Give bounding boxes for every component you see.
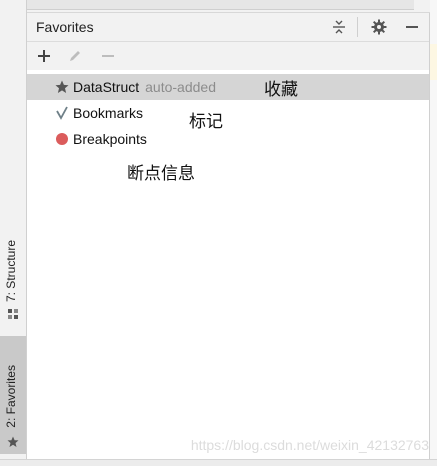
- check-icon: [56, 106, 68, 120]
- watermark: https://blog.csdn.net/weixin_42132763: [190, 437, 429, 453]
- editor-tab-strip: [27, 0, 437, 13]
- tree-item-name: Breakpoints: [73, 131, 147, 147]
- tree-item-name: DataStruct: [73, 79, 140, 95]
- tree-item-bookmarks[interactable]: Bookmarks: [27, 100, 429, 126]
- right-gutter: [430, 0, 437, 465]
- tree-item-breakpoints[interactable]: Breakpoints: [27, 126, 429, 152]
- tab-favorites-label: 2: Favorites: [4, 365, 18, 428]
- structure-icon: [8, 309, 18, 319]
- editor-tab-area: [27, 0, 414, 10]
- annotation-bookmarks: 标记: [189, 112, 223, 132]
- panel-header: Favorites: [27, 13, 429, 42]
- tree-item-name: Bookmarks: [73, 105, 144, 121]
- collapse-all-icon[interactable]: [331, 19, 347, 35]
- panel-title: Favorites: [36, 19, 94, 35]
- tab-structure-label: 7: Structure: [4, 239, 18, 302]
- tab-structure[interactable]: 7: Structure: [0, 226, 26, 326]
- tree-item-label: DataStruct auto-added: [73, 79, 216, 95]
- tree-item-hint: auto-added: [145, 79, 216, 95]
- tree-item-label: Breakpoints: [73, 131, 147, 147]
- panel-toolbar: [27, 42, 429, 70]
- favorites-panel: Favorites DataStruct auto-added Bookmark…: [27, 13, 430, 459]
- header-separator: [357, 17, 358, 37]
- tab-favorites[interactable]: 2: Favorites: [0, 336, 26, 454]
- tree-item-datastruct[interactable]: DataStruct auto-added: [27, 74, 429, 100]
- star-icon: [7, 436, 19, 447]
- star-icon: [55, 80, 69, 93]
- left-tool-strip: 7: Structure 2: Favorites: [0, 0, 27, 465]
- breakpoint-dot-icon: [56, 133, 68, 145]
- favorites-tree: DataStruct auto-added Bookmarks Breakpoin…: [27, 74, 429, 152]
- minimize-icon[interactable]: [404, 19, 420, 35]
- remove-icon[interactable]: [101, 49, 115, 63]
- annotation-breakpoints: 断点信息: [127, 164, 195, 184]
- tree-item-label: Bookmarks: [73, 105, 143, 121]
- edit-icon[interactable]: [68, 49, 82, 63]
- gear-icon[interactable]: [371, 19, 387, 35]
- annotation-favorites: 收藏: [264, 80, 298, 100]
- gutter-highlight: [430, 44, 437, 80]
- add-icon[interactable]: [37, 49, 51, 63]
